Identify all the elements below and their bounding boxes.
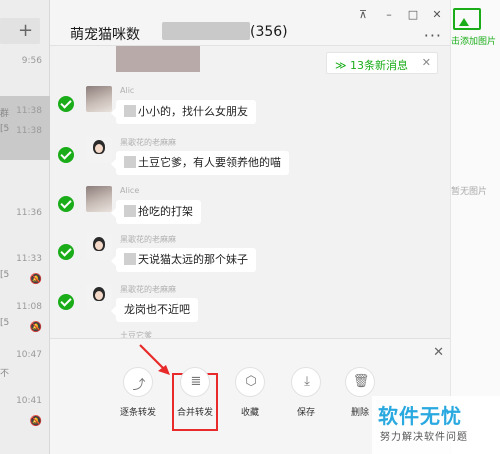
action-label: 逐条转发 [119, 408, 156, 418]
chat-message[interactable]: 黑歌花的老麻麻 龙岗也不近吧 [50, 284, 450, 332]
selected-check-icon[interactable] [58, 244, 74, 260]
sender-nickname: 黑歌花的老麻麻 [120, 138, 176, 147]
banner-close-button[interactable]: ✕ [422, 56, 431, 69]
message-text: 土豆它爹，有人要领养他的喵 [138, 156, 281, 169]
double-up-arrow-icon: ≫ [335, 59, 347, 72]
message-image [116, 46, 200, 72]
avatar[interactable] [86, 284, 112, 310]
avatar[interactable] [86, 234, 112, 260]
chat-list-sidebar: + 9:56 11:38 群 11:38 [5 11:36 11:33 [5 🔕… [0, 0, 50, 454]
right-side-panel: 击添加图片 暂无图片 [450, 0, 500, 454]
session-snippet: [5 [0, 270, 10, 280]
chat-window: 萌宠猫咪数 (356) ⊼ – □ ✕ ··· ≫ 13条新消息 ✕ Alic … [50, 0, 450, 454]
message-text: 抢吃的打架 [138, 205, 193, 218]
text-redaction [124, 205, 136, 217]
watermark-subtitle: 努力解决软件问题 [380, 432, 468, 443]
forward-one-by-one-button[interactable]: ⤴ 逐条转发 [116, 367, 160, 418]
mute-bell-icon: 🔕 [29, 274, 42, 285]
chat-message[interactable]: 黑歌花的老麻麻 土豆它爹，有人要领养他的喵 [50, 137, 450, 185]
more-options-button[interactable]: ··· [424, 26, 442, 45]
favorite-button[interactable]: ⬡ 收藏 [228, 367, 272, 418]
chat-header: 萌宠猫咪数 (356) ⊼ – □ ✕ ··· [50, 0, 450, 46]
chat-message[interactable]: 黑歌花的老麻麻 天说猫太远的那个妹子 [50, 234, 450, 282]
minimize-button[interactable]: – [382, 8, 396, 22]
message-bubble: 抢吃的打架 [111, 200, 201, 224]
add-chat-button[interactable]: + [18, 20, 33, 41]
session-time: 11:38 [16, 106, 42, 116]
session-snippet: [5 [0, 124, 10, 134]
session-time: 11:36 [16, 208, 42, 218]
new-messages-text: ≫ 13条新消息 [335, 57, 408, 73]
sender-nickname: Alic [120, 86, 135, 95]
mute-bell-icon: 🔕 [29, 416, 42, 427]
session-time: 11:33 [16, 254, 42, 264]
trash-icon: 🗑 [345, 367, 375, 397]
add-image-icon[interactable] [453, 8, 481, 30]
chat-session-item[interactable]: 11:38 [5 [0, 116, 50, 148]
message-bubble: 小小的，找什么女朋友 [111, 100, 256, 124]
chat-message[interactable]: Alice 抢吃的打架 [50, 186, 450, 234]
sender-nickname: 黑歌花的老麻麻 [120, 235, 176, 244]
message-bubble: 土豆它爹，有人要领养他的喵 [111, 151, 289, 175]
text-redaction [124, 105, 136, 117]
selected-check-icon[interactable] [58, 294, 74, 310]
close-window-button[interactable]: ✕ [430, 8, 444, 22]
sender-nickname: 黑歌花的老麻麻 [120, 285, 176, 294]
session-time: 11:38 [16, 126, 42, 136]
avatar[interactable] [86, 186, 112, 212]
message-text: 小小的，找什么女朋友 [138, 105, 248, 118]
selected-check-icon[interactable] [58, 196, 74, 212]
avatar[interactable] [86, 137, 112, 163]
message-bubble: 龙岗也不近吧 [111, 298, 198, 322]
share-icon: ⤴ [123, 367, 153, 397]
pin-button[interactable]: ⊼ [356, 8, 370, 22]
session-time: 10:47 [16, 350, 42, 360]
cube-icon: ⬡ [235, 367, 265, 397]
new-messages-count: 13条新消息 [350, 59, 409, 72]
panel-close-button[interactable]: ✕ [433, 345, 444, 360]
action-label: 收藏 [240, 408, 259, 418]
chat-title: 萌宠猫咪数 [70, 27, 140, 43]
sender-nickname: Alice [120, 186, 140, 195]
selected-check-icon[interactable] [58, 96, 74, 112]
merge-forward-button[interactable]: ≣ 合并转发 [173, 367, 217, 418]
action-label: 保存 [296, 408, 315, 418]
message-text: 龙岗也不近吧 [124, 303, 190, 316]
maximize-button[interactable]: □ [406, 8, 420, 22]
no-image-label: 暂无图片 [451, 187, 488, 197]
selected-check-icon[interactable] [58, 147, 74, 163]
message-bubble: 天说猫太远的那个妹子 [111, 248, 256, 272]
text-redaction [124, 156, 136, 168]
watermark-title: 软件无忧 [378, 404, 462, 428]
merge-forward-icon: ≣ [180, 367, 210, 397]
watermark: 软件无忧 努力解决软件问题 [372, 396, 500, 454]
session-time: 10:41 [16, 396, 42, 406]
mute-bell-icon: 🔕 [29, 322, 42, 333]
download-icon: ⤓ [291, 367, 321, 397]
add-image-label[interactable]: 击添加图片 [451, 34, 496, 47]
title-redaction [162, 22, 250, 40]
chat-session-item[interactable]: 10:41 🔕 [0, 386, 50, 450]
chat-member-count: (356) [250, 24, 288, 40]
chat-message[interactable]: Alic 小小的，找什么女朋友 [50, 86, 450, 134]
avatar[interactable] [86, 86, 112, 112]
session-snippet: 不 [0, 369, 10, 379]
session-snippet: [5 [0, 318, 10, 328]
session-time: 11:08 [16, 302, 42, 312]
message-text: 天说猫太远的那个妹子 [138, 253, 248, 266]
text-redaction [124, 253, 136, 265]
session-time: 9:56 [21, 56, 42, 66]
action-label: 合并转发 [176, 408, 213, 418]
save-button[interactable]: ⤓ 保存 [284, 367, 328, 418]
new-messages-banner[interactable]: ≫ 13条新消息 ✕ [326, 52, 438, 74]
